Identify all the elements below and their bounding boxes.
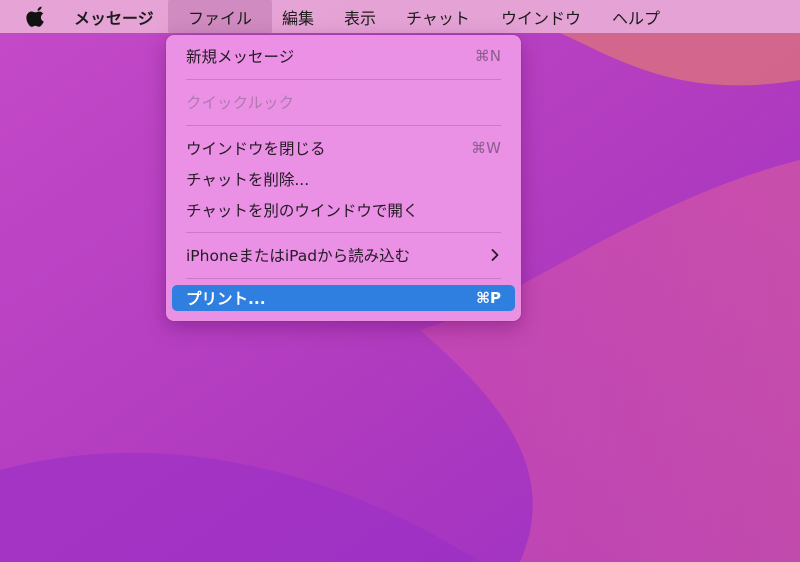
shortcut-label: ⌘P <box>476 289 501 307</box>
menu-item-new-message[interactable]: 新規メッセージ ⌘N <box>172 43 515 69</box>
menu-item-label: iPhoneまたはiPadから読み込む <box>186 247 411 265</box>
shortcut-label: ⌘N <box>474 47 501 65</box>
menu-separator <box>186 232 501 233</box>
shortcut-label: ⌘W <box>471 139 501 157</box>
menubar-app-name[interactable]: メッセージ <box>74 0 154 33</box>
menu-item-label: チャットを削除... <box>186 171 310 189</box>
menu-separator <box>186 278 501 279</box>
menu-item-open-chat-in-new-window[interactable]: チャットを別のウインドウで開く <box>172 197 515 223</box>
menu-item-delete-chat[interactable]: チャットを削除... <box>172 166 515 192</box>
menubar-file[interactable]: ファイル <box>168 0 272 33</box>
menu-item-label: 新規メッセージ <box>186 48 295 66</box>
menu-item-label: チャットを別のウインドウで開く <box>186 202 419 220</box>
menubar-help[interactable]: ヘルプ <box>612 0 660 33</box>
menu-item-import-from-iphone-ipad[interactable]: iPhoneまたはiPadから読み込む <box>172 242 515 268</box>
menu-separator <box>186 125 501 126</box>
menu-item-print[interactable]: プリント... ⌘P <box>172 285 515 311</box>
menu-item-close-window[interactable]: ウインドウを閉じる ⌘W <box>172 135 515 161</box>
chevron-right-icon <box>491 249 499 261</box>
menubar-window[interactable]: ウインドウ <box>501 0 581 33</box>
file-dropdown-menu: 新規メッセージ ⌘N クイックルック ウインドウを閉じる ⌘W チャットを削除.… <box>166 35 521 321</box>
menu-item-quick-look: クイックルック <box>172 89 515 115</box>
menubar-edit[interactable]: 編集 <box>282 0 314 33</box>
menu-separator <box>186 79 501 80</box>
menubar-view[interactable]: 表示 <box>344 0 376 33</box>
menu-item-label: ウインドウを閉じる <box>186 140 326 158</box>
menu-bar: メッセージ ファイル 編集 表示 チャット ウインドウ ヘルプ <box>0 0 800 33</box>
menu-item-label: プリント... <box>186 290 266 308</box>
menu-item-label: クイックルック <box>186 94 295 112</box>
apple-logo-icon[interactable] <box>26 6 48 28</box>
menubar-chat[interactable]: チャット <box>406 0 470 33</box>
